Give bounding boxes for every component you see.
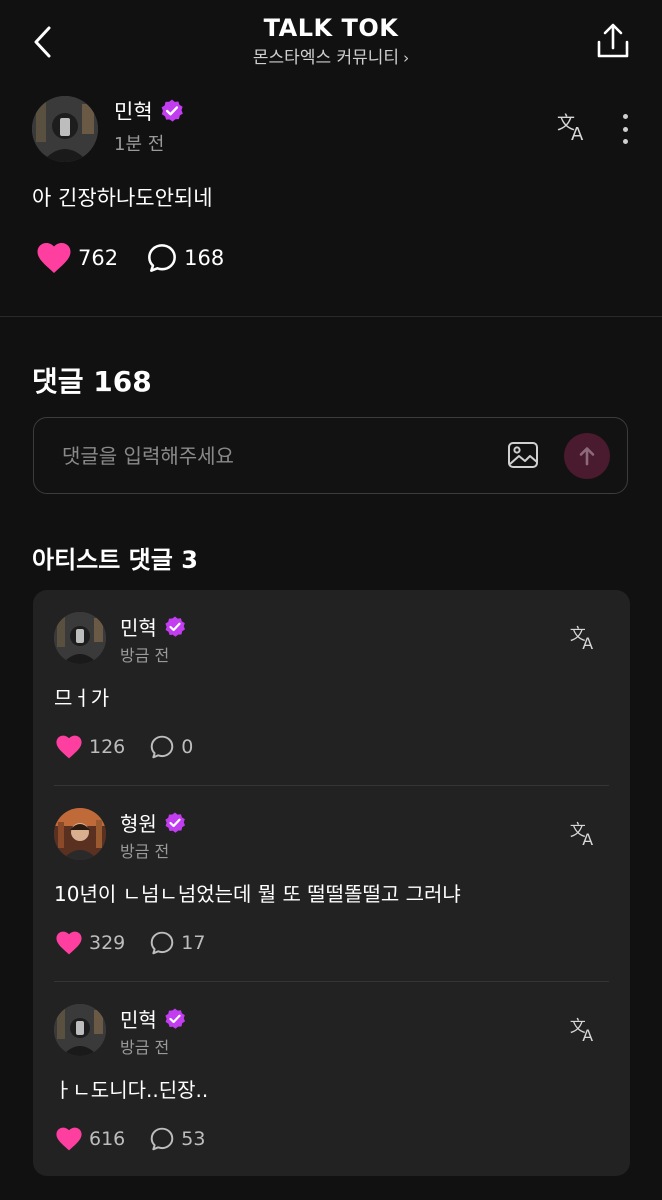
comment-icon: [150, 1127, 174, 1151]
comment-input-box: [33, 417, 628, 494]
verified-icon: [159, 98, 185, 124]
send-arrow-icon: [579, 447, 595, 466]
comment-time: 방금 전: [120, 842, 170, 861]
like-count: 616: [89, 1128, 126, 1150]
translate-icon: 文A: [570, 1016, 593, 1045]
attach-image-button[interactable]: [506, 438, 540, 472]
reply-count: 17: [181, 932, 206, 954]
comment-author: 민혁: [120, 1004, 187, 1033]
more-icon-dot: [622, 126, 628, 132]
verified-icon: [163, 1007, 187, 1031]
title-block: TALK TOK 몬스타엑스 커뮤니티 ›: [0, 12, 662, 70]
reply-count: 0: [181, 736, 194, 758]
divider: [0, 316, 662, 317]
comment-time: 방금 전: [120, 646, 170, 665]
artist-comment: 민혁 방금 전 文A ㅏㄴ도니다..딘장.. 616 53: [33, 982, 630, 1177]
avatar[interactable]: [32, 96, 98, 162]
chevron-right-icon: ›: [403, 49, 410, 67]
comment-actions: 329 17: [55, 930, 205, 956]
avatar-image: [54, 808, 106, 860]
reply-count: 53: [181, 1128, 206, 1150]
like-button[interactable]: 616: [55, 1127, 125, 1151]
share-icon: [597, 23, 629, 58]
comments-title: 댓글 168: [32, 365, 152, 398]
comment-text: ㅏㄴ도니다..딘장..: [54, 1078, 209, 1102]
avatar[interactable]: [54, 1004, 106, 1056]
artist-comment: 형원 방금 전 文A 10년이 ㄴ넘ㄴ넘었는데 뭘 또 떨떨똘떨고 그러냐 32…: [33, 786, 630, 981]
comment-author: 형원: [120, 808, 187, 837]
avatar[interactable]: [54, 612, 106, 664]
avatar-image: [54, 612, 106, 664]
heart-icon: [56, 1127, 82, 1151]
author-name[interactable]: 형원: [120, 808, 157, 837]
comment-icon: [150, 735, 174, 759]
more-icon-dot: [622, 114, 628, 119]
comment-text: 10년이 ㄴ넘ㄴ넘었는데 뭘 또 떨떨똘떨고 그러냐: [54, 882, 461, 906]
like-count: 126: [89, 736, 126, 758]
comment-actions: 616 53: [55, 1126, 205, 1152]
comment-time: 방금 전: [120, 1038, 170, 1057]
send-button[interactable]: [564, 433, 610, 479]
reply-button[interactable]: 0: [149, 734, 193, 760]
heart-icon: [56, 735, 82, 759]
top-bar: TALK TOK 몬스타엑스 커뮤니티 ›: [0, 0, 662, 80]
post-text: 아 긴장하나도안되네: [32, 186, 213, 210]
post-actions: 762 168: [36, 242, 224, 274]
comment-author: 민혁: [120, 612, 187, 641]
heart-icon: [56, 931, 82, 955]
comment-actions: 126 0: [55, 734, 193, 760]
author-name[interactable]: 민혁: [114, 96, 153, 126]
svg-text:A: A: [571, 124, 584, 142]
more-options-button[interactable]: [614, 114, 636, 144]
more-icon-dot: [622, 139, 628, 144]
avatar-image: [32, 96, 98, 162]
author-name[interactable]: 민혁: [120, 1004, 157, 1033]
svg-text:A: A: [582, 830, 593, 847]
post-time: 1분 전: [114, 134, 165, 155]
avatar-image: [54, 1004, 106, 1056]
translate-button[interactable]: 文 A: [556, 112, 590, 146]
artist-comments-card: 민혁 방금 전 文A 므ㅓ가 126 0 형원 방금 전 文 A 10년이 ㄴ넘…: [33, 590, 630, 1176]
svg-text:A: A: [582, 1026, 593, 1043]
artist-comment: 민혁 방금 전 文A 므ㅓ가 126 0: [33, 590, 630, 785]
avatar[interactable]: [54, 808, 106, 860]
like-count: 762: [78, 246, 119, 270]
artist-comments-title: 아티스트 댓글 3: [32, 546, 198, 574]
translate-button[interactable]: 文A: [569, 624, 599, 655]
comment-icon: [148, 244, 177, 272]
comment-button[interactable]: 168: [146, 242, 224, 274]
comment-input[interactable]: [60, 432, 494, 480]
like-button[interactable]: 126: [55, 735, 125, 759]
like-button[interactable]: 329: [55, 931, 125, 955]
share-button[interactable]: [590, 18, 636, 64]
like-count: 329: [89, 932, 126, 954]
translate-icon: 文A: [570, 820, 593, 849]
author-name[interactable]: 민혁: [120, 612, 157, 641]
translate-icon: 文 A: [557, 113, 584, 145]
translate-button[interactable]: 文A: [569, 820, 599, 851]
comment-icon: [150, 931, 174, 955]
translate-button[interactable]: 文A: [569, 1016, 599, 1047]
reply-button[interactable]: 17: [149, 930, 205, 956]
like-button[interactable]: 762: [36, 242, 118, 274]
heart-icon: [37, 243, 71, 273]
community-link[interactable]: 몬스타엑스 커뮤니티 ›: [0, 46, 662, 70]
community-label: 몬스타엑스 커뮤니티: [252, 48, 400, 68]
verified-icon: [163, 811, 187, 835]
post: 민혁 1분 전 文 A 아 긴장하나도안되네 762 168: [0, 88, 662, 316]
image-icon: [508, 442, 538, 468]
svg-text:A: A: [582, 634, 593, 651]
page-title: TALK TOK: [263, 14, 399, 42]
comment-text: 므ㅓ가: [54, 686, 110, 710]
comment-count: 168: [184, 246, 225, 270]
post-author: 민혁: [114, 96, 185, 126]
translate-icon: 文A: [570, 624, 593, 653]
verified-icon: [163, 615, 187, 639]
reply-button[interactable]: 53: [149, 1126, 205, 1152]
